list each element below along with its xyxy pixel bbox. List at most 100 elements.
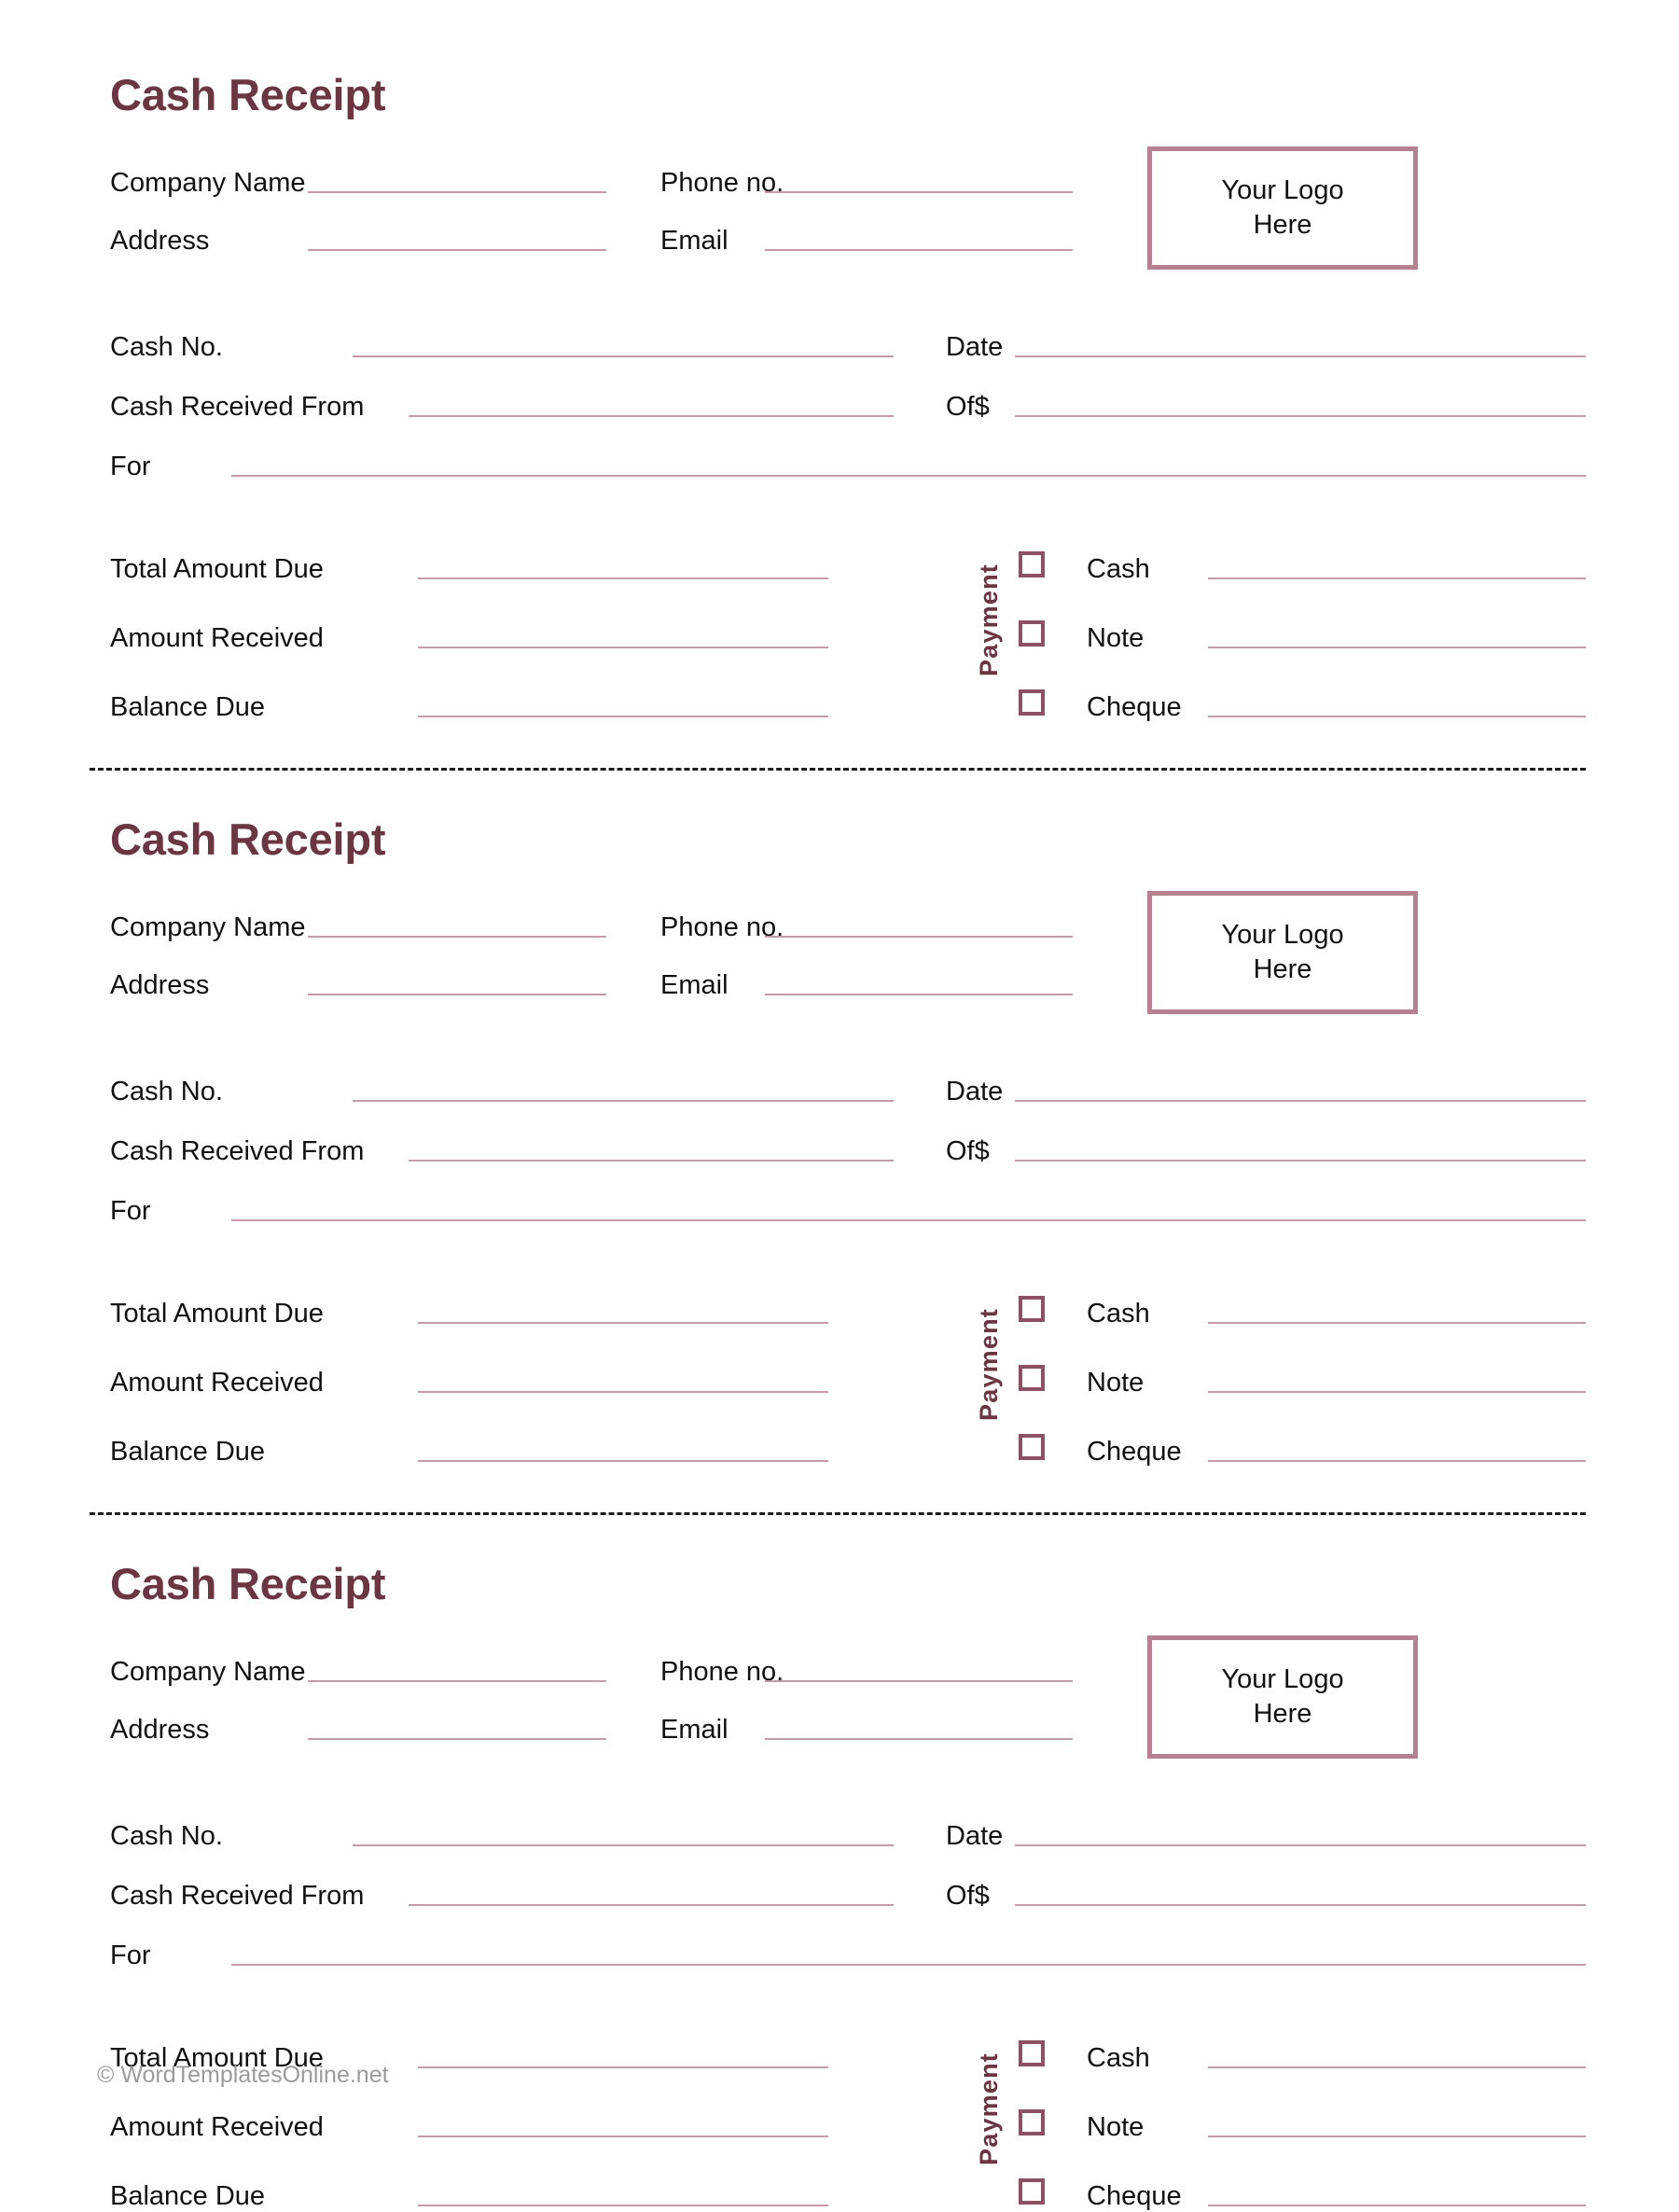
amount-received-input[interactable] — [418, 2135, 828, 2137]
logo-placeholder-line2: Here — [1253, 1699, 1312, 1729]
company-name-input[interactable] — [308, 936, 606, 938]
cash-received-from-input[interactable] — [409, 415, 894, 417]
cash-amount-input[interactable] — [1208, 577, 1586, 579]
balance-due-input[interactable] — [418, 716, 828, 717]
logo-placeholder[interactable]: Your Logo Here — [1147, 1635, 1418, 1759]
cash-no-label: Cash No. — [110, 1076, 223, 1106]
cheque-amount-input[interactable] — [1208, 1460, 1586, 1462]
cash-received-from-label: Cash Received From — [110, 1880, 365, 1911]
email-label: Email — [660, 1714, 728, 1745]
address-label: Address — [110, 1714, 210, 1745]
checkbox-cheque[interactable] — [1019, 2178, 1045, 2205]
company-name-input[interactable] — [308, 191, 606, 193]
of-amount-input[interactable] — [1015, 1904, 1586, 1906]
receipt-block: Cash Receipt Company Name Phone no. Addr… — [0, 771, 1679, 1468]
payment-label: Payment — [974, 2052, 1003, 2165]
date-input[interactable] — [1015, 1844, 1586, 1846]
logo-placeholder[interactable]: Your Logo Here — [1147, 146, 1418, 270]
cash-no-input[interactable] — [353, 1100, 894, 1102]
of-amount-input[interactable] — [1015, 415, 1586, 417]
cash-amount-input[interactable] — [1208, 2066, 1586, 2068]
balance-due-input[interactable] — [418, 2205, 828, 2206]
balance-due-row: Balance Due — [110, 654, 959, 723]
address-input[interactable] — [308, 249, 606, 251]
phone-no-label: Phone no. — [660, 911, 784, 942]
checkbox-cheque[interactable] — [1019, 689, 1045, 716]
cash-amount-input[interactable] — [1208, 1322, 1586, 1324]
note-amount-input[interactable] — [1208, 1391, 1586, 1393]
for-input[interactable] — [231, 475, 1586, 477]
note-amount-input[interactable] — [1208, 647, 1586, 648]
for-label: For — [110, 451, 151, 481]
total-amount-due-input[interactable] — [418, 577, 828, 579]
for-row: For — [110, 1912, 1586, 1971]
logo-placeholder[interactable]: Your Logo Here — [1147, 891, 1418, 1014]
payment-section: Total Amount Due Amount Received Balance… — [110, 1260, 1586, 1468]
of-amount-input[interactable] — [1015, 1160, 1586, 1162]
note-amount-input[interactable] — [1208, 2135, 1586, 2137]
receipt-details: Cash No. Date Cash Received From Of$ For — [110, 1048, 1586, 1227]
payment-methods: Cash Note Cheque — [1019, 2005, 1586, 2212]
company-phone-row: Company Name Phone no. — [110, 885, 1117, 943]
cash-no-input[interactable] — [353, 1844, 894, 1846]
phone-no-input[interactable] — [765, 191, 1073, 193]
header-fields: Company Name Phone no. Address Email — [110, 885, 1117, 1001]
balance-due-input[interactable] — [418, 1460, 828, 1462]
checkbox-note[interactable] — [1019, 620, 1045, 647]
company-phone-row: Company Name Phone no. — [110, 1630, 1117, 1688]
amount-received-input[interactable] — [418, 647, 828, 648]
cheque-amount-input[interactable] — [1208, 716, 1586, 717]
payment-vertical-label: Payment — [959, 516, 1019, 723]
address-input[interactable] — [308, 994, 606, 995]
of-amount-label: Of$ — [946, 391, 990, 422]
checkbox-note[interactable] — [1019, 2109, 1045, 2135]
checkbox-cash[interactable] — [1019, 2040, 1045, 2066]
of-amount-label: Of$ — [946, 1135, 990, 1166]
payment-section: Total Amount Due Amount Received Balance… — [110, 516, 1586, 723]
note-label: Note — [1087, 1368, 1145, 1398]
amount-received-input[interactable] — [418, 1391, 828, 1393]
address-label: Address — [110, 225, 210, 256]
email-input[interactable] — [765, 249, 1073, 251]
checkbox-cash[interactable] — [1019, 551, 1045, 577]
total-amount-due-input[interactable] — [418, 1322, 828, 1324]
checkbox-cheque[interactable] — [1019, 1434, 1045, 1460]
receipt-details: Cash No. Date Cash Received From Of$ For — [110, 1792, 1586, 1971]
date-input[interactable] — [1015, 355, 1586, 357]
cheque-label: Cheque — [1087, 2181, 1182, 2211]
date-label: Date — [946, 1076, 1004, 1106]
for-input[interactable] — [231, 1219, 1586, 1221]
receipt-block: Cash Receipt Company Name Phone no. Addr… — [0, 0, 1679, 723]
total-amount-due-row: Total Amount Due — [110, 516, 959, 585]
phone-no-input[interactable] — [765, 1680, 1073, 1682]
payment-method-cheque-row: Cheque — [1019, 2143, 1586, 2212]
date-input[interactable] — [1015, 1100, 1586, 1102]
amount-received-label: Amount Received — [110, 1367, 324, 1398]
payment-methods: Cash Note Cheque — [1019, 516, 1586, 723]
cheque-amount-input[interactable] — [1208, 2205, 1586, 2206]
email-input[interactable] — [765, 994, 1073, 995]
company-name-input[interactable] — [308, 1680, 606, 1682]
cash-label: Cash — [1087, 1299, 1150, 1329]
checkbox-cash[interactable] — [1019, 1296, 1045, 1322]
receipt-header: Company Name Phone no. Address Email You… — [110, 885, 1586, 1014]
header-fields: Company Name Phone no. Address Email — [110, 141, 1117, 257]
email-input[interactable] — [765, 1738, 1073, 1740]
total-amount-due-input[interactable] — [418, 2066, 828, 2068]
cash-received-from-input[interactable] — [409, 1160, 894, 1162]
cash-received-from-input[interactable] — [409, 1904, 894, 1906]
cash-no-input[interactable] — [353, 355, 894, 357]
page-title: Cash Receipt — [110, 70, 386, 119]
balance-due-row: Balance Due — [110, 1398, 959, 1468]
for-input[interactable] — [231, 1964, 1586, 1966]
balance-due-label: Balance Due — [110, 2180, 266, 2211]
page-title: Cash Receipt — [110, 1559, 386, 1608]
company-name-label: Company Name — [110, 1656, 306, 1687]
company-name-label: Company Name — [110, 167, 306, 198]
phone-no-input[interactable] — [765, 936, 1073, 938]
header-fields: Company Name Phone no. Address Email — [110, 1630, 1117, 1746]
checkbox-note[interactable] — [1019, 1365, 1045, 1391]
total-amount-due-label: Total Amount Due — [110, 1298, 324, 1329]
of-amount-label: Of$ — [946, 1880, 990, 1911]
address-input[interactable] — [308, 1738, 606, 1740]
